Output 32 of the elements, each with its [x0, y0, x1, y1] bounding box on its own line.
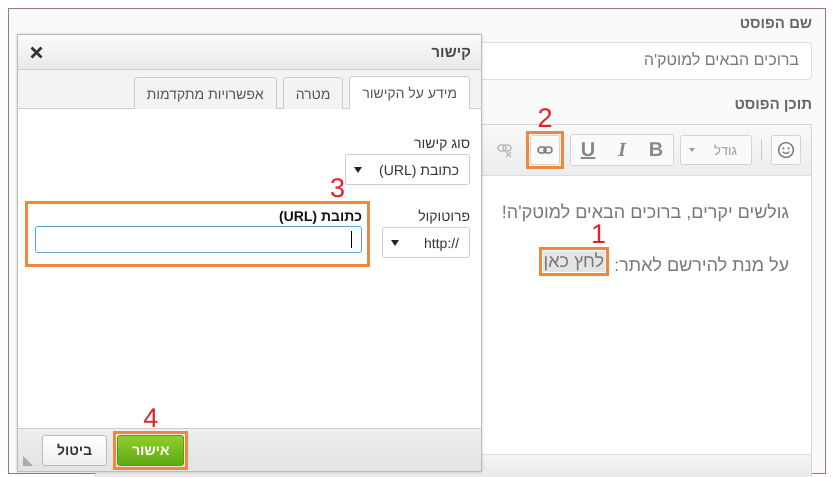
format-button[interactable]: U: [571, 135, 605, 165]
cancel-button[interactable]: ביטול: [42, 434, 108, 466]
caret-icon: [354, 166, 362, 172]
tab[interactable]: מטרה: [282, 77, 344, 109]
resize-handle[interactable]: [23, 456, 33, 466]
field-label: פרוטוקול: [417, 208, 470, 224]
field-label: סוג קישור: [413, 135, 470, 151]
tab[interactable]: אפשרויות מתקדמות: [134, 77, 277, 109]
callout-number: 4: [143, 404, 158, 432]
unlink-icon: [497, 142, 513, 158]
protocol-select[interactable]: http://: [382, 227, 470, 258]
format-button[interactable]: I: [605, 135, 639, 165]
field-label: תוכן הפוסט: [734, 95, 812, 115]
body-text: על מנת להירשם לאתר:: [614, 255, 789, 276]
text-cursor: [351, 231, 352, 248]
callout-number: 3: [330, 175, 345, 202]
format-button[interactable]: B: [639, 135, 673, 165]
tab[interactable]: מידע על הקישור: [349, 76, 470, 109]
close-icon[interactable]: [30, 46, 43, 58]
smiley-icon: [777, 141, 795, 159]
field-label: שם הפוסט: [740, 14, 812, 34]
body-text: גולשים יקרים, ברוכים הבאים למוטק'ה!: [502, 202, 789, 223]
caret-icon: [391, 240, 399, 246]
field-label: כתובת (URL): [278, 208, 362, 224]
link-text[interactable]: לחץ כאן: [542, 251, 606, 272]
callout-number: 1: [591, 221, 606, 248]
caret-icon: [689, 148, 695, 152]
url-field[interactable]: [35, 226, 362, 253]
link-type-select[interactable]: כתובת (URL): [345, 154, 470, 185]
dialog-title: קישור: [431, 44, 471, 60]
emoji-button[interactable]: [771, 135, 801, 165]
callout-number: 2: [537, 105, 553, 132]
